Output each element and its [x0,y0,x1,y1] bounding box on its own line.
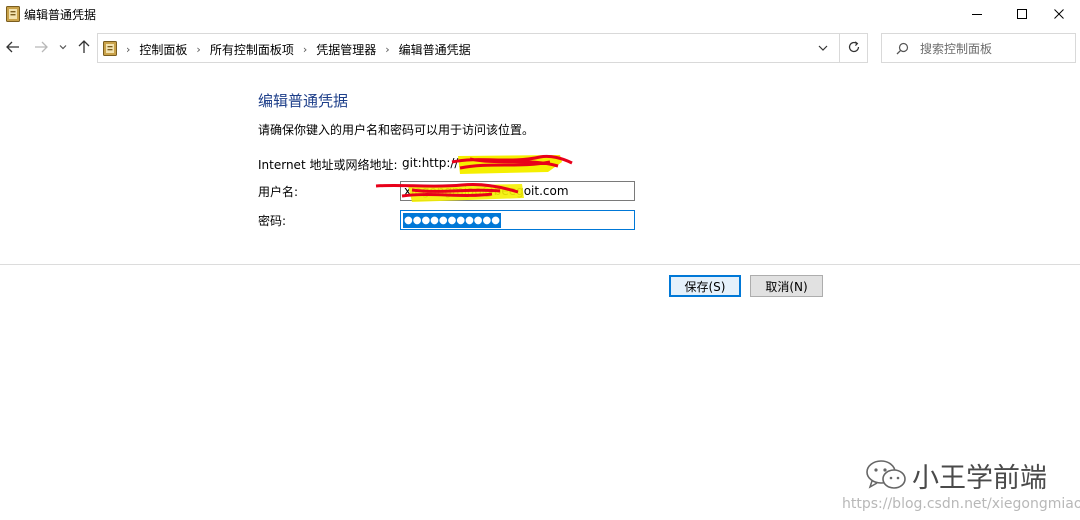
breadcrumb-separator-icon[interactable]: › [303,43,307,56]
breadcrumb-separator-icon[interactable]: › [196,43,200,56]
forward-arrow-icon [33,39,49,58]
breadcrumb-item-control-panel[interactable]: 控制面板 [139,41,187,58]
page-title: 编辑普通凭据 [258,92,349,110]
minimize-button[interactable] [954,0,1000,28]
recent-dropdown-icon [58,41,68,55]
password-label: 密码: [258,214,287,228]
username-field[interactable] [400,181,635,201]
search-icon [896,42,909,58]
back-arrow-icon [5,39,21,58]
cancel-button[interactable]: 取消(N) [750,275,823,297]
up-button[interactable] [75,38,93,58]
address-value: git:http://2 [402,156,467,170]
breadcrumb: › 控制面板 › 所有控制面板项 › 凭据管理器 › 编辑普通凭据 [124,41,471,58]
watermark-url: https://blog.csdn.net/xiegongmiao [842,496,1080,512]
breadcrumb-item-edit-credential[interactable]: 编辑普通凭据 [399,41,471,58]
control-panel-icon [103,41,117,56]
username-label: 用户名: [258,185,299,199]
breadcrumb-item-credential-manager[interactable]: 凭据管理器 [316,41,376,58]
wechat-logo-icon [865,458,907,495]
up-arrow-icon [76,39,92,58]
back-button[interactable] [4,38,22,58]
watermark-brand: 小王学前端 [912,463,1047,494]
address-bar[interactable]: › 控制面板 › 所有控制面板项 › 凭据管理器 › 编辑普通凭据 [97,33,840,63]
search-box[interactable] [881,33,1076,63]
close-button[interactable] [1036,0,1080,28]
password-masked-value: ●●●●●●●●●●● [403,213,501,228]
refresh-icon [847,40,861,57]
window-title: 编辑普通凭据 [24,8,97,22]
save-button[interactable]: 保存(S) [669,275,741,297]
refresh-button[interactable] [840,33,868,63]
page-description: 请确保你键入的用户名和密码可以用于访问该位置。 [258,123,535,137]
breadcrumb-separator-icon: › [126,43,131,56]
divider [0,264,1080,265]
address-label: Internet 地址或网络地址: [258,158,398,172]
title-bar: 编辑普通凭据 [0,0,1080,28]
address-dropdown-icon[interactable] [815,40,831,56]
breadcrumb-separator-icon[interactable]: › [385,43,389,56]
breadcrumb-item-all-items[interactable]: 所有控制面板项 [210,41,294,58]
minimize-icon [971,8,983,20]
recent-locations-button[interactable] [56,38,70,58]
maximize-icon [1016,8,1028,20]
forward-button[interactable] [32,38,50,58]
search-input[interactable] [920,40,1070,58]
control-panel-icon [6,6,20,22]
close-icon [1053,8,1065,20]
